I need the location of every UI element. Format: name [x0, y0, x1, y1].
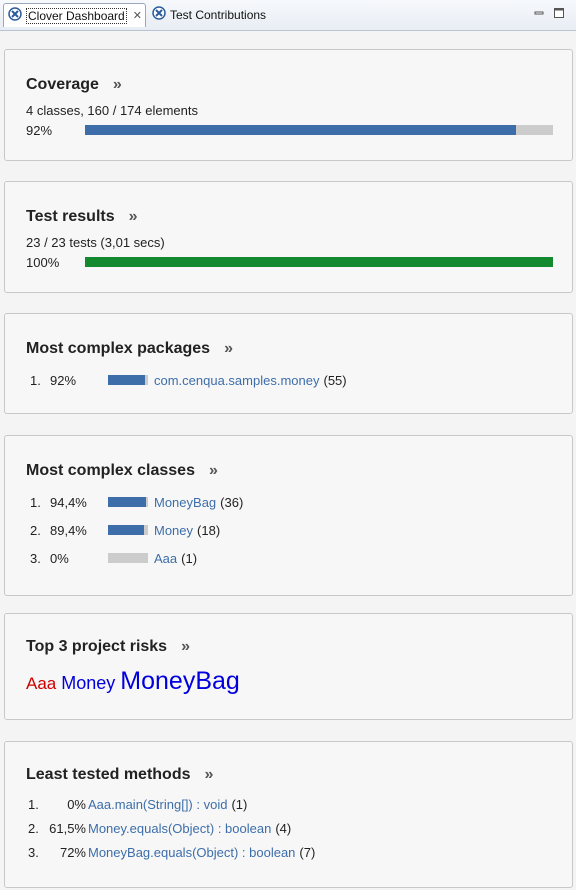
item-index: 1. — [30, 372, 41, 388]
coverage-summary: 4 classes, 160 / 174 elements — [26, 103, 198, 118]
class-link[interactable]: MoneyBag — [154, 495, 216, 510]
coverage-mini-fill — [108, 497, 146, 507]
coverage-percent: 92% — [26, 123, 53, 138]
package-link[interactable]: com.cenqua.samples.money — [154, 373, 319, 388]
tab-test-contributions[interactable]: Test Contributions — [148, 3, 288, 26]
list-item: 3. 72% MoneyBag.equals(Object) : boolean… — [28, 843, 315, 861]
card-title: Most complex classes » — [26, 462, 218, 480]
class-link[interactable]: Money — [154, 523, 193, 538]
coverage-mini-bar — [108, 525, 148, 535]
item-index: 2. — [30, 522, 41, 538]
card-title: Coverage » — [26, 76, 122, 94]
list-item: 2. 61,5% Money.equals(Object) : boolean … — [28, 819, 291, 837]
risk-link[interactable]: MoneyBag — [120, 667, 240, 696]
clover-icon — [152, 6, 166, 23]
item-count: (1) — [181, 550, 198, 566]
more-link[interactable]: » — [224, 340, 233, 358]
minimize-icon[interactable] — [534, 6, 544, 16]
coverage-title: Coverage — [26, 76, 99, 93]
coverage-mini-bar — [108, 375, 148, 385]
complex-classes-title: Most complex classes — [26, 462, 195, 479]
item-percent: 92% — [50, 372, 77, 388]
class-link[interactable]: Aaa — [154, 551, 177, 566]
tab-label: Clover Dashboard — [26, 7, 127, 24]
item-percent: 94,4% — [50, 494, 87, 510]
item-count: (1) — [231, 796, 248, 812]
risk-cloud: Aaa Money MoneyBag — [26, 667, 240, 696]
more-link[interactable]: » — [209, 462, 218, 480]
risk-link[interactable]: Aaa — [26, 674, 56, 694]
item-count: (18) — [197, 522, 221, 538]
item-index: 3. — [30, 550, 41, 566]
item-percent: 61,5% — [49, 820, 86, 836]
least-tested-title: Least tested methods — [26, 766, 191, 783]
test-results-summary: 23 / 23 tests (3,01 secs) — [26, 235, 165, 250]
dashboard-content: Coverage » 4 classes, 160 / 174 elements… — [0, 31, 576, 890]
method-link[interactable]: MoneyBag.equals(Object) : boolean — [88, 845, 295, 860]
more-link[interactable]: » — [113, 76, 122, 94]
test-results-progress-bar — [85, 257, 553, 267]
project-risks-card: Top 3 project risks » Aaa Money MoneyBag — [4, 613, 573, 720]
item-index: 2. — [28, 820, 39, 836]
close-icon[interactable]: ✕ — [133, 9, 142, 22]
item-percent: 0% — [50, 550, 69, 566]
list-item: 1. 94,4% MoneyBag (36) — [30, 493, 243, 511]
coverage-card: Coverage » 4 classes, 160 / 174 elements… — [4, 49, 573, 161]
tab-clover-dashboard[interactable]: Clover Dashboard ✕ — [3, 3, 146, 27]
view-tab-bar: Clover Dashboard ✕ Test Contributions — [0, 0, 576, 31]
coverage-progress-bar — [85, 125, 553, 135]
card-title: Top 3 project risks » — [26, 638, 190, 656]
item-index: 1. — [30, 494, 41, 510]
more-link[interactable]: » — [181, 638, 190, 656]
clover-icon — [8, 7, 22, 24]
coverage-progress-fill — [85, 125, 516, 135]
card-title: Most complex packages » — [26, 340, 233, 358]
window-controls — [534, 6, 564, 18]
coverage-mini-fill — [108, 525, 144, 535]
complex-packages-title: Most complex packages — [26, 340, 211, 357]
list-item: 1. 0% Aaa.main(String[]) : void (1) — [28, 795, 247, 813]
test-results-progress-fill — [85, 257, 553, 267]
item-count: (55) — [323, 372, 347, 388]
complex-packages-card: Most complex packages » 1. 92% com.cenqu… — [4, 313, 573, 414]
item-count: (7) — [299, 844, 316, 860]
test-results-percent: 100% — [26, 255, 60, 270]
list-item: 3. 0% Aaa (1) — [30, 549, 197, 567]
item-percent: 89,4% — [50, 522, 87, 538]
tab-label: Test Contributions — [170, 7, 267, 22]
item-percent: 0% — [67, 796, 86, 812]
card-title: Least tested methods » — [26, 766, 213, 784]
list-item: 1. 92% com.cenqua.samples.money (55) — [30, 371, 347, 389]
item-index: 3. — [28, 844, 39, 860]
item-index: 1. — [28, 796, 39, 812]
test-results-title: Test results — [26, 208, 115, 225]
item-count: (36) — [220, 494, 244, 510]
complex-classes-card: Most complex classes » 1. 94,4% MoneyBag… — [4, 435, 573, 596]
coverage-mini-fill — [108, 375, 145, 385]
method-link[interactable]: Aaa.main(String[]) : void — [88, 797, 227, 812]
more-link[interactable]: » — [129, 208, 138, 226]
least-tested-card: Least tested methods » 1. 0% Aaa.main(St… — [4, 741, 573, 888]
maximize-icon[interactable] — [554, 6, 564, 18]
item-percent: 72% — [59, 844, 86, 860]
coverage-mini-bar — [108, 497, 148, 507]
risk-link[interactable]: Money — [61, 673, 115, 694]
list-item: 2. 89,4% Money (18) — [30, 521, 220, 539]
test-results-card: Test results » 23 / 23 tests (3,01 secs)… — [4, 181, 573, 293]
more-link[interactable]: » — [204, 766, 213, 784]
item-count: (4) — [275, 820, 292, 836]
card-title: Test results » — [26, 208, 138, 226]
coverage-mini-bar — [108, 553, 148, 563]
method-link[interactable]: Money.equals(Object) : boolean — [88, 821, 271, 836]
project-risks-title: Top 3 project risks — [26, 638, 168, 655]
